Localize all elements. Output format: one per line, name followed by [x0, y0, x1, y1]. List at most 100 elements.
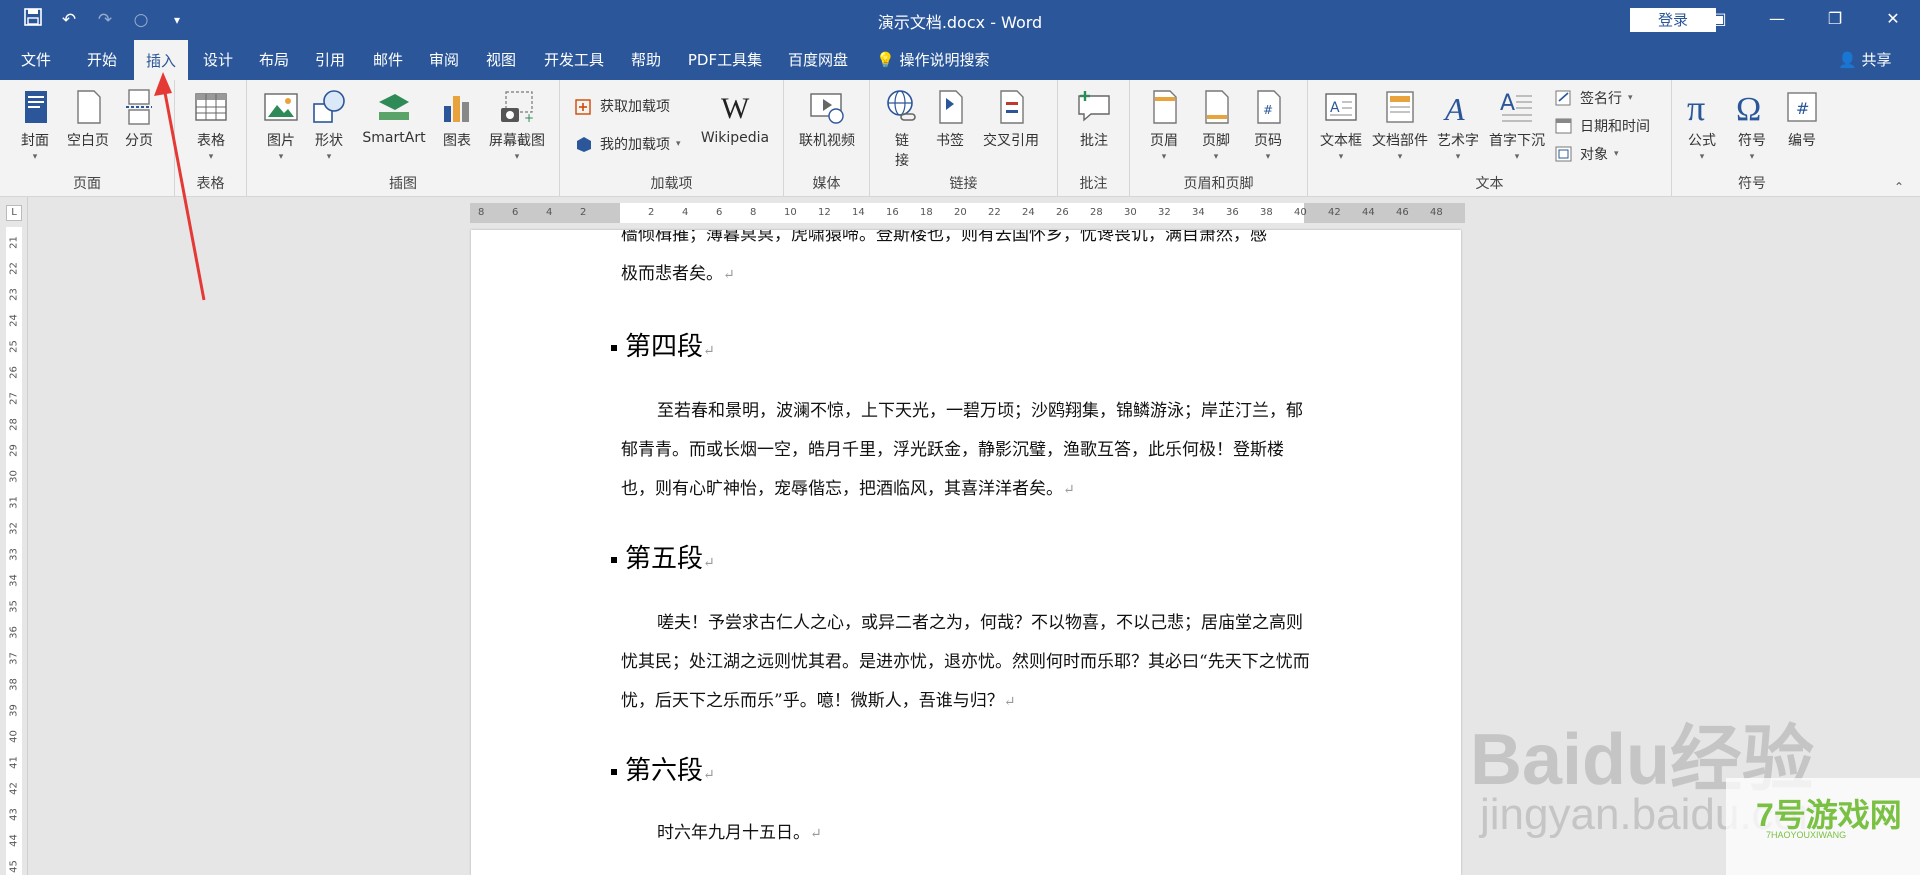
person-icon: 👤 — [1838, 51, 1857, 69]
close-icon[interactable]: ✕ — [1864, 6, 1920, 32]
tell-me-label: 操作说明搜索 — [899, 51, 990, 69]
page-number-icon: # — [1257, 90, 1281, 124]
tab-references[interactable]: 引用 — [304, 40, 356, 80]
paragraph-6[interactable]: 时六年九月十五日。↵ — [621, 814, 1313, 854]
my-addins-button[interactable]: 我的加载项 ▾ — [574, 134, 681, 154]
vertical-ruler-number: 41 — [8, 756, 20, 769]
date-time-button[interactable]: 日期和时间 — [1554, 116, 1650, 136]
object-button[interactable]: 对象 ▾ — [1554, 144, 1619, 164]
tab-selector[interactable]: L — [6, 205, 22, 221]
horizontal-ruler-number: 34 — [1192, 207, 1205, 218]
lightbulb-icon: 💡 — [876, 51, 895, 69]
omega-icon: Ω — [1736, 91, 1761, 126]
heading-6[interactable]: 第六段↵ — [611, 750, 715, 787]
chart-button[interactable]: 图表 — [437, 88, 477, 150]
get-addins-button[interactable]: 获取加载项 — [574, 96, 670, 116]
tab-review[interactable]: 审阅 — [418, 40, 470, 80]
share-label: 共享 — [1861, 51, 1892, 69]
chart-icon — [444, 96, 469, 122]
cross-reference-button[interactable]: 交叉引用 — [978, 88, 1044, 150]
vertical-ruler-number: 43 — [8, 808, 20, 821]
signature-line-button[interactable]: 签名行 ▾ — [1554, 88, 1633, 108]
equation-button[interactable]: π 公式 ▾ — [1680, 88, 1724, 162]
symbol-button[interactable]: Ω 符号 ▾ — [1730, 88, 1774, 162]
heading-5[interactable]: 第五段↵ — [611, 538, 715, 575]
tab-file[interactable]: 文件 — [10, 40, 62, 80]
group-header-footer: 页眉 ▾ 页脚 ▾ # 页码 ▾ 页眉和页脚 — [1130, 80, 1308, 197]
wordart-button[interactable]: A 艺术字 ▾ — [1434, 88, 1482, 162]
shapes-button[interactable]: 形状 ▾ — [309, 88, 349, 162]
heading-4[interactable]: 第四段↵ — [611, 326, 715, 363]
tab-design[interactable]: 设计 — [192, 40, 244, 80]
horizontal-ruler-number: 8 — [478, 207, 485, 218]
cover-page-icon — [25, 91, 47, 123]
wikipedia-icon: W — [721, 92, 750, 125]
cover-page-button[interactable]: 封面 ▾ — [14, 88, 56, 162]
cross-reference-icon — [1000, 90, 1024, 124]
smartart-icon — [379, 94, 409, 120]
wikipedia-button[interactable]: W Wikipedia — [692, 88, 778, 146]
vertical-ruler-number: 40 — [8, 730, 20, 743]
group-illustrations: 图片 ▾ 形状 ▾ SmartArt 图表 + 屏幕截图 ▾ 插图 — [247, 80, 560, 197]
document-page[interactable]: 樯倾楫摧；薄暮冥冥，虎啸猿啼。登斯楼也，则有去国怀乡，忧谗畏讥，满目萧然，感 极… — [471, 230, 1461, 875]
vertical-ruler: L 21 22 23 24 25 26 27 28 29 30 31 32 33 34 35 36 37 38 39… — [0, 197, 28, 875]
horizontal-ruler-number: 20 — [954, 207, 967, 218]
restore-icon[interactable]: ❐ — [1806, 6, 1864, 32]
vertical-ruler-number: 36 — [8, 626, 20, 639]
paragraph-3-tail[interactable]: 樯倾楫摧；薄暮冥冥，虎啸猿啼。登斯楼也，则有去国怀乡，忧谗畏讥，满目萧然，感 极… — [621, 230, 1313, 295]
horizontal-ruler-number: 18 — [920, 207, 933, 218]
horizontal-ruler-number: 24 — [1022, 207, 1035, 218]
pi-icon: π — [1687, 88, 1705, 126]
tab-developer[interactable]: 开发工具 — [536, 40, 612, 80]
smartart-button[interactable]: SmartArt — [357, 88, 431, 146]
horizontal-ruler-number: 22 — [988, 207, 1001, 218]
tab-home[interactable]: 开始 — [76, 40, 128, 80]
collapse-ribbon-icon[interactable]: ⌃ — [1894, 180, 1904, 194]
tab-view[interactable]: 视图 — [475, 40, 527, 80]
page-number-button[interactable]: # 页码 ▾ — [1246, 88, 1290, 162]
paragraph-4[interactable]: 至若春和景明，波澜不惊，上下天光，一碧万顷；沙鸥翔集，锦鳞游泳；岸芷汀兰，郁郁青… — [621, 392, 1313, 510]
number-button[interactable]: # 编号 — [1780, 88, 1824, 150]
table-button[interactable]: 表格 ▾ — [187, 88, 235, 162]
tab-insert[interactable]: 插入 — [134, 40, 188, 80]
blank-page-button[interactable]: 空白页 — [62, 88, 114, 150]
link-globe-icon — [887, 90, 916, 121]
screenshot-button[interactable]: + 屏幕截图 ▾ — [483, 88, 551, 162]
share-button[interactable]: 👤 共享 — [1838, 40, 1891, 80]
tell-me-search[interactable]: 💡 操作说明搜索 — [876, 40, 1016, 80]
tab-pdf-tools[interactable]: PDF工具集 — [682, 40, 768, 80]
page-break-icon — [126, 89, 152, 125]
vertical-ruler-number: 44 — [8, 834, 20, 847]
ribbon-display-icon[interactable]: ▣ — [1690, 6, 1748, 32]
store-plus-icon — [575, 99, 591, 115]
header-button[interactable]: 页眉 ▾ — [1142, 88, 1186, 162]
drop-cap-button[interactable]: A 首字下沉 ▾ — [1486, 88, 1548, 162]
tab-mailings[interactable]: 邮件 — [362, 40, 414, 80]
quick-parts-button[interactable]: 文档部件 ▾ — [1370, 88, 1430, 162]
heading-bullet — [611, 557, 617, 563]
paragraph-5[interactable]: 嗟夫！予尝求古仁人之心，或异二者之为，何哉？不以物喜，不以己悲；居庙堂之高则忧其… — [621, 604, 1313, 722]
heading-bullet — [611, 345, 617, 351]
horizontal-ruler-number: 4 — [682, 207, 689, 218]
chevron-down-icon: ▾ — [1614, 149, 1619, 159]
page-break-button[interactable]: 分页 — [118, 88, 160, 150]
horizontal-ruler-number: 12 — [818, 207, 831, 218]
online-video-button[interactable]: 联机视频 — [792, 88, 862, 150]
horizontal-ruler-number: 48 — [1430, 207, 1443, 218]
group-label-addins: 加载项 — [650, 176, 693, 192]
svg-text:#: # — [1796, 99, 1809, 118]
calendar-icon — [1555, 118, 1572, 134]
picture-button[interactable]: 图片 ▾ — [261, 88, 301, 162]
textbox-button[interactable]: A 文本框 ▾ — [1316, 88, 1366, 162]
horizontal-ruler-number: 10 — [784, 207, 797, 218]
bookmark-button[interactable]: 书签 — [930, 88, 970, 150]
tab-help[interactable]: 帮助 — [620, 40, 672, 80]
minimize-icon[interactable]: — — [1748, 6, 1806, 32]
vertical-ruler-number: 26 — [8, 366, 20, 379]
group-media: 联机视频 媒体 — [784, 80, 870, 197]
comment-button[interactable]: 批注 — [1072, 88, 1116, 150]
link-button[interactable]: 链 接 — [882, 88, 922, 170]
tab-baidu-netdisk[interactable]: 百度网盘 — [780, 40, 856, 80]
footer-button[interactable]: 页脚 ▾ — [1194, 88, 1238, 162]
tab-layout[interactable]: 布局 — [248, 40, 300, 80]
